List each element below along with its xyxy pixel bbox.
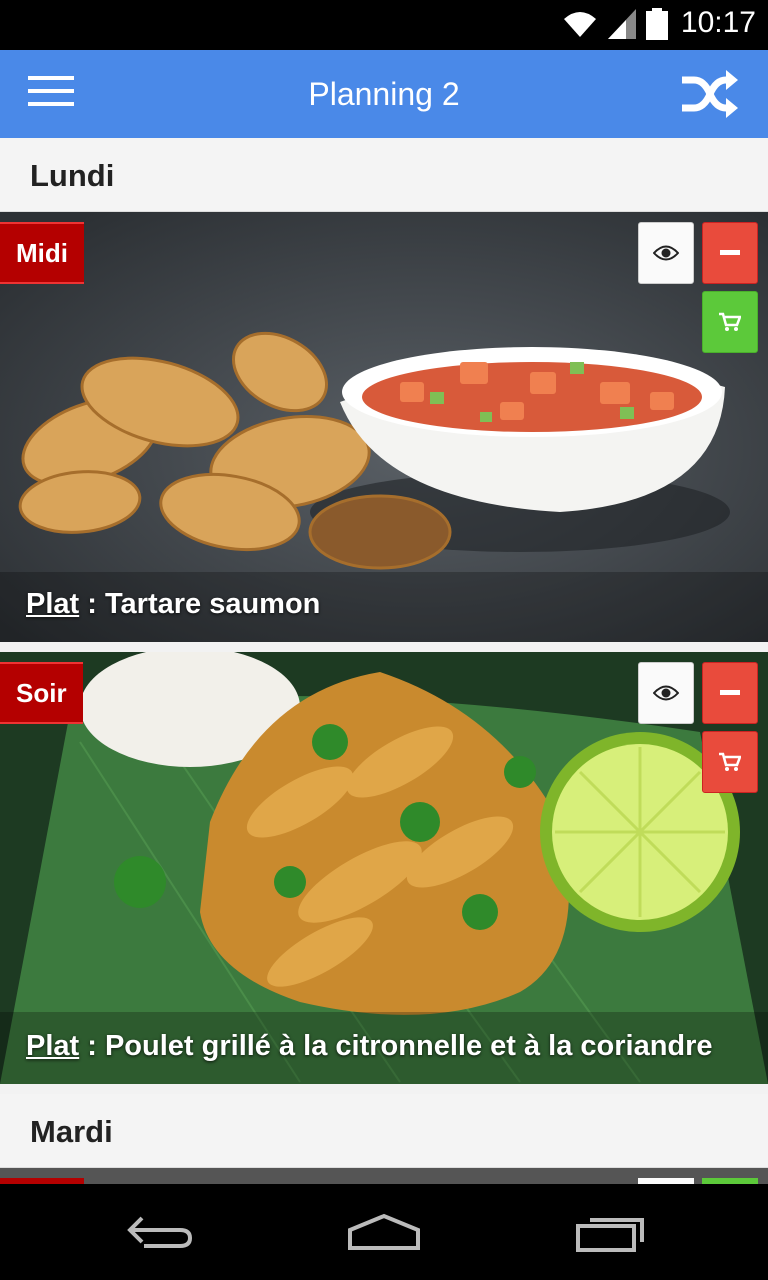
back-icon (127, 1216, 193, 1248)
shuffle-button[interactable] (680, 68, 740, 120)
add-to-cart-button[interactable] (702, 731, 758, 793)
wifi-icon (564, 12, 596, 37)
meal-card-midi[interactable]: Midi Plat : Tartare saumon (0, 212, 768, 642)
view-button[interactable] (638, 222, 694, 284)
signal-icon (608, 9, 636, 39)
status-icons (562, 8, 668, 40)
dish-name: Poulet grillé à la citronnelle et à la c… (104, 1030, 713, 1062)
day-label: Lundi (30, 158, 115, 193)
cart-icon (719, 752, 741, 771)
status-clock: 10:17 (680, 6, 756, 39)
back-button[interactable] (124, 1208, 204, 1256)
dish-name: Tartare saumon (104, 588, 321, 620)
minus-icon (720, 690, 740, 695)
meal-card-soir[interactable]: Soir Plat : Poulet grillé à la citronnel… (0, 652, 768, 1084)
dish-kind: Plat (26, 588, 80, 620)
home-icon (348, 1213, 420, 1250)
dish-separator: : (79, 588, 105, 620)
cart-icon (719, 312, 741, 331)
day-header-lundi: Lundi (0, 138, 768, 212)
card-separator (0, 642, 768, 652)
minus-icon (720, 250, 740, 255)
recents-icon (576, 1218, 644, 1252)
view-button[interactable] (638, 662, 694, 724)
battery-icon (646, 8, 668, 40)
app-bar: Planning 2 (0, 50, 768, 138)
remove-button[interactable] (702, 662, 758, 724)
eye-icon (653, 245, 679, 261)
eye-icon (653, 685, 679, 701)
status-bar: 10:17 (0, 0, 768, 50)
dish-kind: Plat (26, 1030, 80, 1062)
meal-tag: Midi (0, 222, 84, 284)
recents-button[interactable] (572, 1208, 652, 1256)
day-label: Mardi (30, 1114, 113, 1149)
meal-tag: Soir (0, 662, 83, 724)
meal-card-partial[interactable] (0, 1168, 768, 1184)
card-separator (0, 1084, 768, 1094)
shuffle-icon (682, 70, 738, 118)
add-to-cart-button[interactable] (702, 291, 758, 353)
page-title: Planning 2 (308, 76, 460, 112)
system-nav-bar (0, 1184, 768, 1280)
dish-title: Plat : Poulet grillé à la citronnelle et… (26, 1030, 713, 1063)
home-button[interactable] (344, 1208, 424, 1256)
dish-title: Plat : Tartare saumon (26, 588, 320, 621)
remove-button[interactable] (702, 222, 758, 284)
day-header-mardi: Mardi (0, 1094, 768, 1168)
dish-separator: : (79, 1030, 105, 1062)
